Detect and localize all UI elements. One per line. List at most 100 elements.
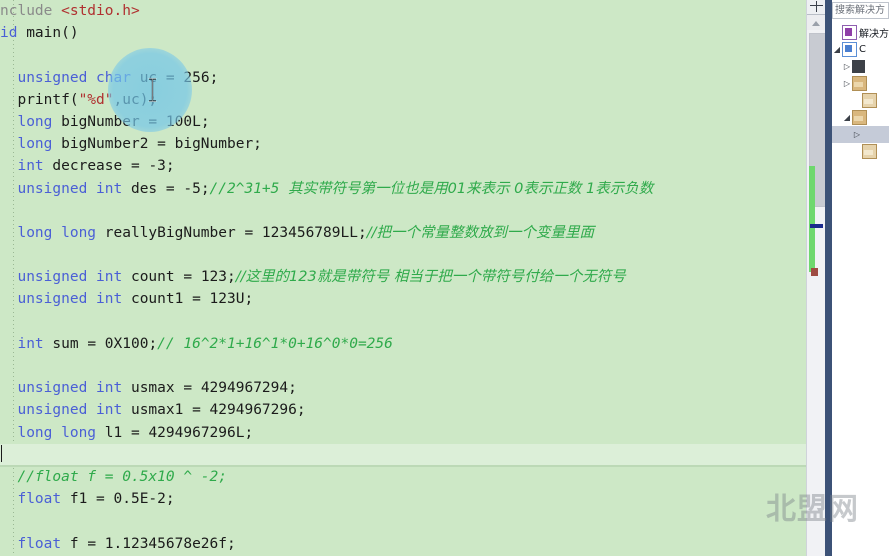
- code-token-id: main(): [26, 25, 79, 42]
- code-line[interactable]: [0, 200, 806, 222]
- code-token-kw: int: [17, 158, 44, 175]
- code-line[interactable]: float f1 = 0.5E-2;: [0, 488, 806, 510]
- code-line[interactable]: [0, 443, 806, 466]
- code-token-sp: [0, 488, 17, 510]
- code-line[interactable]: [0, 355, 806, 377]
- chevron-right-icon[interactable]: ▷: [842, 58, 852, 75]
- chevron-down-icon[interactable]: ◢: [832, 41, 842, 58]
- code-token-kw: float: [17, 535, 62, 552]
- code-line[interactable]: nclude <stdio.h>: [0, 0, 806, 22]
- code-token-op: ;: [288, 380, 297, 397]
- solution-tree-item[interactable]: ◢: [832, 109, 889, 126]
- code-token-cmt: //float f = 0.5x10 ^ -2;: [17, 468, 227, 485]
- code-token-sp: [0, 266, 17, 288]
- code-token-id: uc =: [130, 69, 184, 86]
- code-token-kw: unsigned int: [17, 180, 123, 197]
- chevron-down-icon[interactable]: ◢: [842, 109, 852, 126]
- code-line[interactable]: int decrease = -3;: [0, 155, 806, 177]
- code-token-op: ;: [296, 402, 306, 419]
- code-line[interactable]: [0, 244, 806, 266]
- code-token-sp: [0, 422, 17, 444]
- chevron-right-icon[interactable]: ▷: [842, 75, 852, 92]
- code-token-cmt: // 16^2*1+16^1*0+16^0*0=256: [157, 335, 393, 352]
- code-token-sp: [0, 133, 17, 155]
- code-token-id: decrease =: [43, 158, 149, 175]
- code-token-id: des =: [122, 180, 184, 197]
- code-token-sp: [0, 178, 17, 200]
- code-token-sp: [0, 466, 17, 488]
- code-line[interactable]: printf("%d",uc);: [0, 89, 806, 111]
- solution-tree-item[interactable]: ▷: [832, 58, 889, 75]
- code-token-pp: nclude: [0, 3, 62, 19]
- code-line[interactable]: [0, 311, 806, 333]
- code-token-op: ;: [200, 113, 210, 130]
- code-token-kw: unsigned char: [17, 69, 131, 86]
- code-token-op: ;: [227, 535, 236, 552]
- code-line[interactable]: [0, 44, 806, 66]
- code-token-id: count =: [122, 269, 201, 286]
- solution-tree[interactable]: 解决方 ◢ C ▷ ▷ ◢ ▷: [832, 24, 889, 160]
- code-token-num: 123: [200, 269, 228, 286]
- solution-tree-item[interactable]: [832, 143, 889, 160]
- code-token-id: sum =: [43, 335, 105, 352]
- code-token-op: ;: [357, 224, 367, 241]
- source-code-text[interactable]: nclude <stdio.h> id main() unsigned char …: [0, 0, 806, 556]
- scroll-up-arrow-icon[interactable]: [807, 15, 826, 30]
- code-line[interactable]: long long reallyBigNumber = 123456789LL;…: [0, 222, 806, 244]
- code-token-cmtcn: 其实带符号第一位也是用01来表示 0表示正数 1表示负数: [288, 180, 654, 197]
- code-token-kw: float: [17, 491, 62, 508]
- code-line[interactable]: long bigNumber2 = bigNumber;: [0, 133, 806, 155]
- code-token-sp: [0, 377, 17, 399]
- code-token-num: 1.12345678e26f: [104, 535, 227, 552]
- search-input[interactable]: 搜索解决方: [832, 2, 889, 19]
- bookmark-marker[interactable]: [810, 224, 823, 228]
- code-line[interactable]: unsigned int des = -5;//2^31+5 其实带符号第一位也…: [0, 178, 806, 200]
- solution-explorer-panel[interactable]: 搜索解决方 解决方 ◢ C ▷ ▷ ◢ ▷: [832, 0, 889, 556]
- split-editor-icon[interactable]: [807, 0, 826, 15]
- code-token-num: 256: [183, 69, 210, 86]
- solution-tree-item[interactable]: ◢ C: [832, 41, 889, 58]
- code-token-sp: [0, 155, 17, 177]
- solution-tree-item[interactable]: ▷: [832, 75, 889, 92]
- code-line[interactable]: unsigned int count1 = 123U;: [0, 288, 806, 310]
- code-line[interactable]: unsigned int count = 123;//这里的123就是带符号 相…: [0, 266, 806, 288]
- visual-studio-window: nclude <stdio.h> id main() unsigned char …: [0, 0, 889, 556]
- code-line[interactable]: int sum = 0X100;// 16^2*1+16^1*0+16^0*0=…: [0, 333, 806, 355]
- code-editor-pane[interactable]: nclude <stdio.h> id main() unsigned char …: [0, 0, 806, 556]
- changed-lines-marker: [809, 166, 815, 272]
- code-token-sp: [0, 288, 17, 310]
- code-line[interactable]: float f = 1.12345678e26f;: [0, 533, 806, 555]
- code-token-op: ;: [200, 180, 210, 197]
- code-token-kw: long: [17, 136, 53, 153]
- file-icon: [862, 93, 877, 108]
- code-line[interactable]: unsigned int usmax1 = 4294967296;: [0, 399, 806, 421]
- code-token-num: 123456789LL: [261, 224, 358, 241]
- code-token-num: 4294967294: [200, 380, 289, 397]
- solution-tree-item-label: 解决方: [859, 29, 889, 40]
- code-token-cmtcn: //这里的123就是带符号 相当于把一个带符号付给一个无符号: [235, 269, 626, 286]
- text-caret: [1, 444, 2, 462]
- code-line[interactable]: unsigned char uc = 256;: [0, 67, 806, 89]
- code-token-cmt: //2^31+5: [209, 180, 289, 197]
- solution-tree-item[interactable]: 解决方: [832, 24, 889, 41]
- code-line[interactable]: unsigned int usmax = 4294967294;: [0, 377, 806, 399]
- code-token-id: bigNumber2 = bigNumber;: [52, 136, 262, 153]
- code-token-op: ;: [244, 424, 254, 441]
- solution-tree-item[interactable]: [832, 92, 889, 109]
- code-line[interactable]: long bigNumber = 100L;: [0, 111, 806, 133]
- code-token-kw: long: [17, 113, 53, 130]
- code-line[interactable]: //float f = 0.5x10 ^ -2;: [0, 466, 806, 488]
- code-token-str: <stdio.h>: [61, 3, 140, 19]
- code-token-str: "%d": [78, 91, 114, 108]
- error-marker[interactable]: [811, 268, 818, 276]
- code-token-num: 4294967296: [209, 402, 297, 419]
- chevron-right-icon[interactable]: ▷: [852, 126, 862, 143]
- code-token-op: ;: [244, 291, 254, 308]
- editor-vertical-scrollbar[interactable]: [806, 0, 826, 556]
- solution-tree-item[interactable]: ▷: [832, 126, 889, 143]
- panel-divider[interactable]: [825, 0, 832, 556]
- code-line[interactable]: long long l1 = 4294967296L;: [0, 422, 806, 444]
- code-line[interactable]: id main(): [0, 22, 806, 44]
- code-line[interactable]: [0, 510, 806, 532]
- code-token-sp: [0, 67, 17, 89]
